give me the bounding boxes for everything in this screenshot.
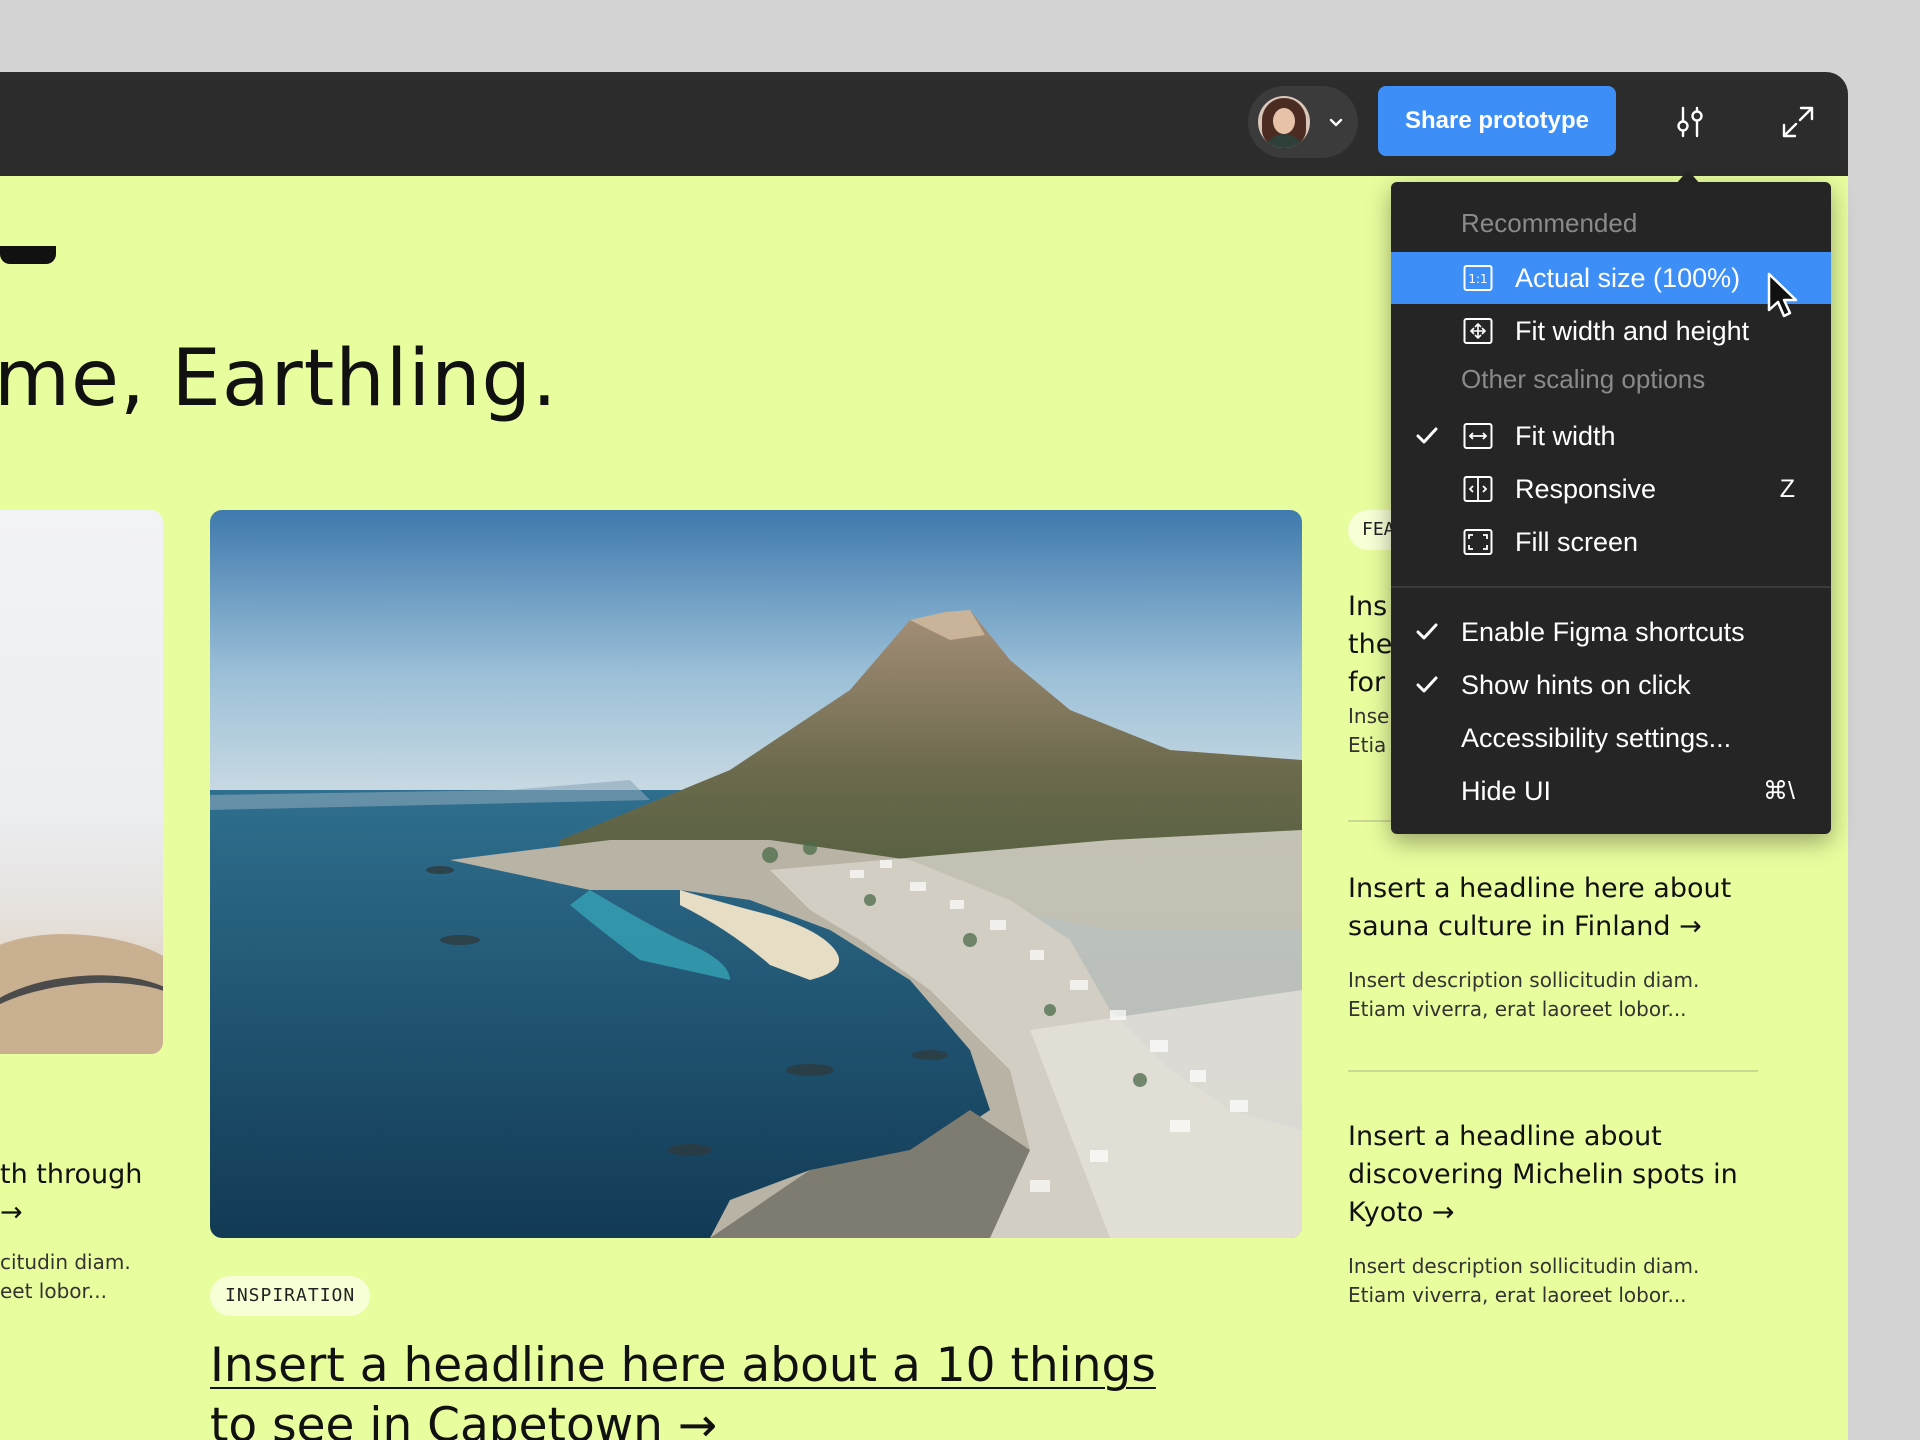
shortcut-hint: Z — [1779, 474, 1795, 503]
capetown-landscape — [210, 510, 1302, 1238]
scaling-options-menu: Recommended 1:1 Actual size (100%) Fit w… — [1391, 182, 1831, 834]
logo-fragment — [0, 246, 56, 264]
sidebar-article-description: Insert description sollicitudin diam. Et… — [1348, 1254, 1700, 1307]
menu-item-responsive[interactable]: Responsive Z — [1391, 463, 1831, 515]
menu-item-enable-shortcuts[interactable]: Enable Figma shortcuts — [1391, 606, 1831, 658]
menu-item-hide-ui[interactable]: Hide UI ⌘\ — [1391, 765, 1831, 817]
mouse-cursor-icon — [1767, 272, 1798, 318]
svg-text:1:1: 1:1 — [1468, 272, 1487, 286]
menu-divider — [1391, 586, 1831, 588]
page-heading: me, Earthling. — [0, 334, 558, 424]
prototype-toolbar: Share prototype — [0, 72, 1848, 176]
menu-section-recommended: Recommended — [1461, 208, 1638, 238]
responsive-icon — [1463, 476, 1493, 502]
main-article-headline[interactable]: Insert a headline here about a 10 things… — [210, 1336, 1310, 1440]
check-icon — [1416, 623, 1438, 640]
left-article-headline[interactable]: th through → — [0, 1156, 142, 1232]
category-tag: INSPIRATION — [210, 1276, 371, 1316]
fill-screen-icon — [1463, 529, 1493, 555]
capetown-photo[interactable] — [210, 510, 1302, 1238]
fit-width-height-icon — [1463, 318, 1493, 344]
sidebar-article-description: Insert description sollicitudin diam. Et… — [1348, 968, 1700, 1021]
menu-item-fit-width[interactable]: Fit width — [1391, 410, 1831, 462]
menu-item-show-hints[interactable]: Show hints on click — [1391, 659, 1831, 711]
check-icon — [1416, 676, 1438, 693]
shortcut-hint: ⌘\ — [1763, 777, 1795, 805]
featured-desc-fragment: Inse Etia — [1348, 704, 1390, 757]
featured-headline-fragment[interactable]: Ins the for — [1348, 588, 1392, 702]
fit-width-icon — [1463, 423, 1493, 449]
menu-item-accessibility[interactable]: Accessibility settings... — [1391, 712, 1831, 764]
menu-item-fill-screen[interactable]: Fill screen — [1391, 516, 1831, 568]
sidebar-article-headline[interactable]: Insert a headline about discovering Mich… — [1348, 1118, 1768, 1232]
check-icon — [1416, 427, 1438, 444]
divider — [1348, 1070, 1758, 1072]
chevron-down-icon — [1329, 118, 1343, 127]
user-menu[interactable] — [1248, 86, 1358, 158]
settings-sliders-icon[interactable] — [1670, 102, 1710, 142]
left-article-image[interactable] — [0, 510, 163, 1054]
sidebar-article-headline[interactable]: Insert a headline here about sauna cultu… — [1348, 870, 1768, 946]
menu-section-other: Other scaling options — [1461, 364, 1706, 394]
menu-item-actual-size[interactable]: 1:1 Actual size (100%) — [1391, 252, 1831, 304]
share-prototype-button[interactable]: Share prototype — [1378, 86, 1616, 156]
menu-item-fit-width-height[interactable]: Fit width and height — [1391, 305, 1831, 357]
avatar — [1258, 96, 1310, 148]
expand-icon[interactable] — [1778, 102, 1818, 142]
actual-size-icon: 1:1 — [1463, 265, 1493, 291]
left-article-description: citudin diam. eet lobor... — [0, 1250, 131, 1303]
